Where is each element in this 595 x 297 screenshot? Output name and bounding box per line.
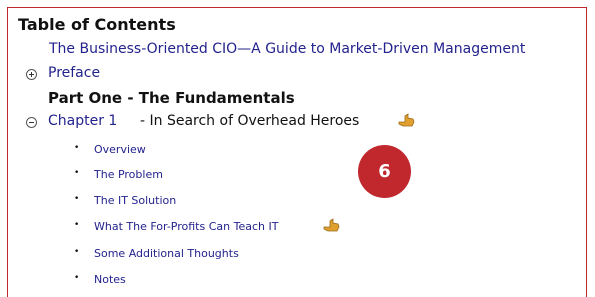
plus-circle-icon[interactable] [26, 69, 37, 80]
section-link[interactable]: Overview [94, 143, 146, 156]
bullet-icon: • [74, 273, 80, 283]
bullet-icon: • [74, 220, 80, 230]
chapter-title: - In Search of Overhead Heroes [140, 113, 360, 129]
section-link[interactable]: What The For-Profits Can Teach IT [94, 220, 278, 233]
pointing-hand-icon [398, 113, 415, 127]
callout-badge: 6 [358, 145, 411, 198]
toc-title: Table of Contents [18, 15, 176, 34]
bullet-icon: • [74, 194, 80, 204]
section-link[interactable]: The Problem [94, 168, 163, 181]
section-link[interactable]: Notes [94, 273, 126, 286]
section-link[interactable]: Some Additional Thoughts [94, 247, 239, 260]
section-link[interactable]: The IT Solution [94, 194, 176, 207]
minus-circle-icon[interactable] [26, 117, 37, 128]
bullet-icon: • [74, 168, 80, 178]
bullet-icon: • [74, 143, 80, 153]
bullet-icon: • [74, 247, 80, 257]
part-heading: Part One - The Fundamentals [48, 89, 295, 107]
book-title-link[interactable]: The Business-Oriented CIO—A Guide to Mar… [49, 41, 525, 57]
preface-link[interactable]: Preface [48, 65, 100, 81]
pointing-hand-icon [323, 218, 340, 232]
chapter-1-link[interactable]: Chapter 1 [48, 113, 117, 129]
